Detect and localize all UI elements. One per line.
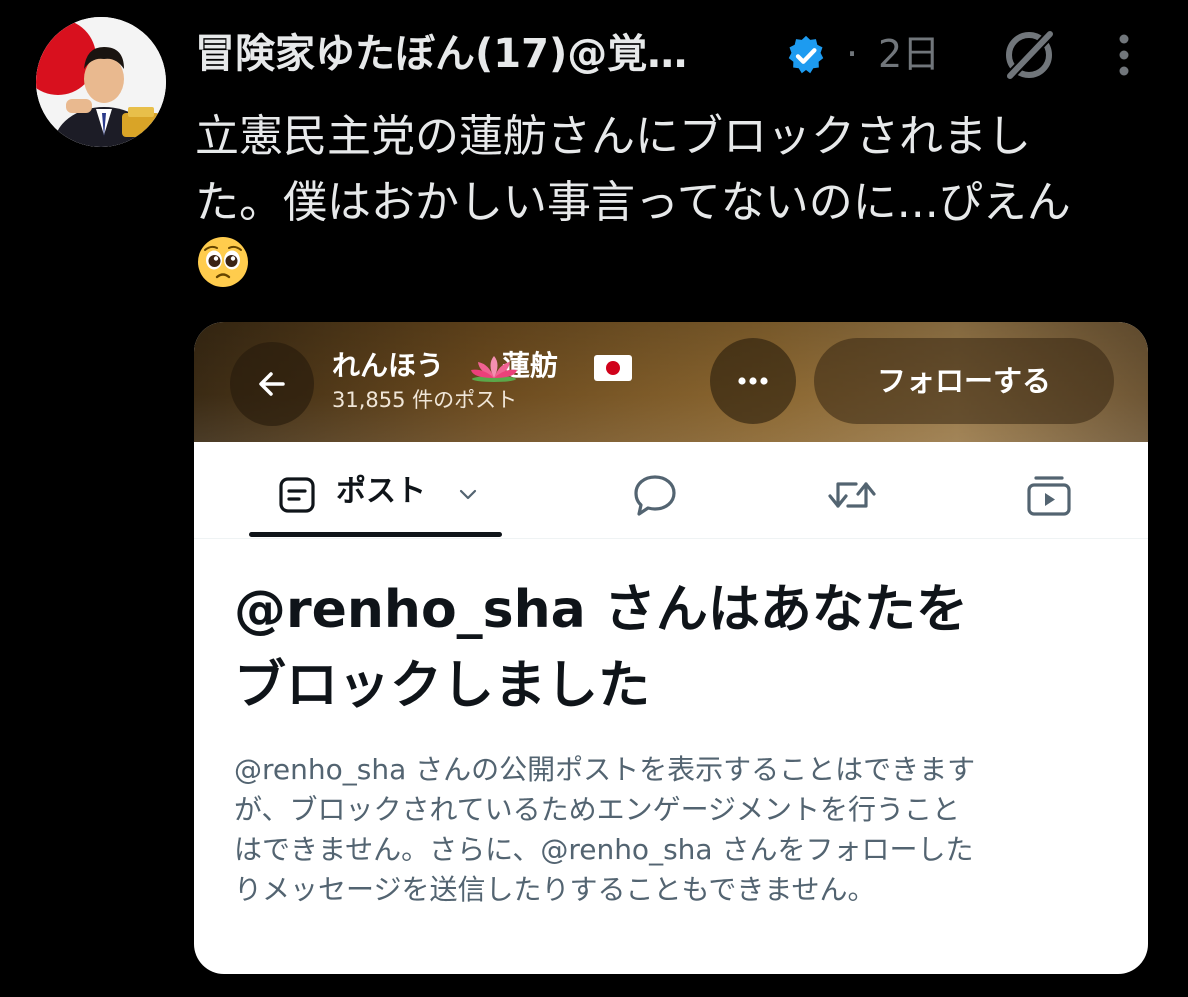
profile-name: れんほう 蓮舫 (332, 348, 558, 384)
back-button[interactable] (230, 342, 314, 426)
verified-badge-icon (783, 33, 829, 79)
tweet-text-line: た。僕はおかしい事言ってないのに...ぴえん (195, 177, 1071, 228)
reply-bubble-icon (634, 475, 676, 516)
tab-media[interactable] (1024, 470, 1074, 520)
active-tab-indicator (249, 532, 502, 537)
pleading-face-emoji (197, 236, 249, 288)
back-arrow-icon (259, 372, 285, 396)
more-options-icon[interactable] (1106, 30, 1142, 80)
profile-name-prefix: れんほう (332, 349, 445, 382)
japan-flag-emoji (594, 355, 632, 381)
blocked-title-line: @renho_sha さんはあなたを (234, 580, 968, 640)
blocked-desc-line: が、ブロックされているためエンゲージメントを行うこと (234, 793, 961, 826)
tweet-text: 立憲民主党の蓮舫さんにブロックされまし た。僕はおかしい事言ってないのに...ぴ… (195, 104, 1165, 236)
profile-more-button[interactable] (710, 338, 796, 424)
profile-tabs: ポスト (194, 442, 1148, 539)
chevron-down-icon[interactable] (456, 482, 480, 506)
lotus-emoji (469, 354, 519, 382)
repost-icon (828, 482, 876, 508)
blocked-desc-line: はできません。さらに、@renho_sha さんをフォローした (234, 833, 974, 866)
more-dots-icon (738, 377, 768, 385)
tab-replies[interactable] (630, 470, 680, 520)
blocked-desc-line: りメッセージを送信したりすることもできません。 (234, 873, 876, 906)
timestamp[interactable]: 2日 (878, 26, 940, 82)
blocked-description: @renho_sha さんの公開ポストを表示することはできます が、ブロックされ… (234, 750, 1114, 910)
timestamp-separator: · (846, 32, 859, 76)
tweet-text-line: 立憲民主党の蓮舫さんにブロックされまし (195, 111, 1031, 162)
post-count: 31,855 件のポスト (332, 388, 518, 412)
follow-button[interactable]: フォローする (814, 338, 1114, 424)
tab-posts[interactable]: ポスト (336, 472, 426, 512)
author-display-name[interactable]: 冒険家ゆたぼん(17)@覚… (195, 26, 687, 82)
tab-reposts[interactable] (826, 472, 878, 518)
grok-icon[interactable] (1000, 26, 1058, 84)
blocked-title-line: ブロックしました (234, 656, 651, 716)
video-media-icon (1027, 476, 1071, 516)
blocked-title: @renho_sha さんはあなたを ブロックしました (234, 572, 1114, 724)
author-avatar[interactable] (36, 17, 166, 147)
posts-tab-icon (278, 476, 316, 514)
blocked-desc-line: @renho_sha さんの公開ポストを表示することはできます (234, 753, 976, 786)
embedded-screenshot[interactable]: れんほう 蓮舫 31,855 件のポスト フォローする ポスト @renho_s… (194, 322, 1148, 974)
